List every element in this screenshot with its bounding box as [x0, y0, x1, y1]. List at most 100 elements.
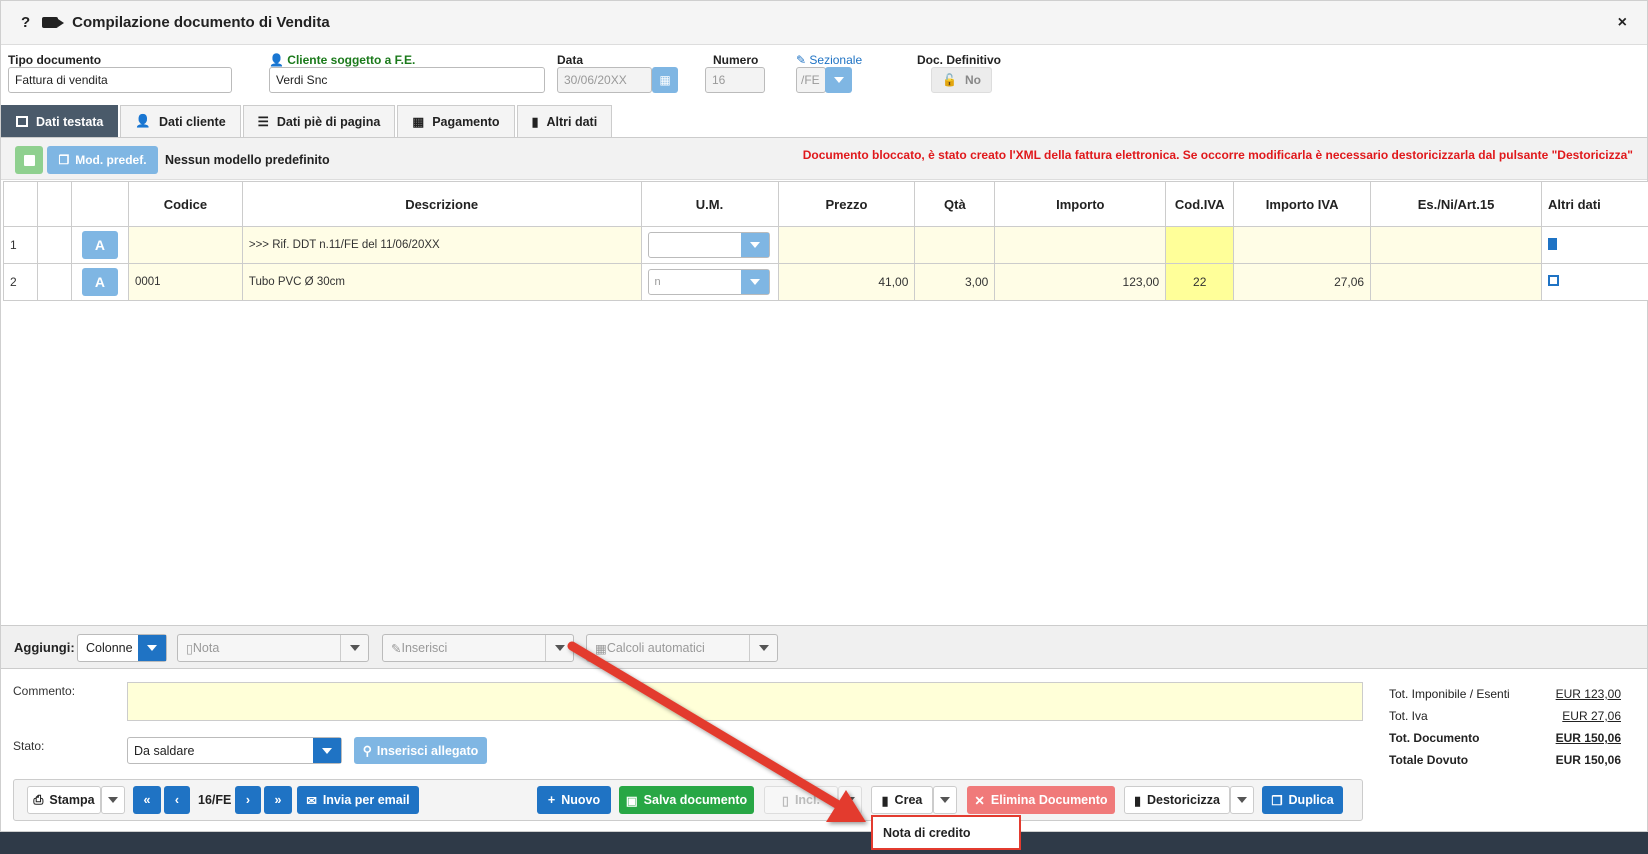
cell-importo-iva[interactable] [1233, 226, 1372, 264]
um-select[interactable] [647, 232, 770, 258]
destoricizza-dropdown[interactable] [1230, 786, 1254, 814]
doc-definitivo-toggle[interactable]: 🔓 No [931, 67, 992, 93]
save-model-button[interactable] [15, 146, 43, 174]
row-check[interactable] [36, 263, 72, 301]
close-icon: ✕ [974, 793, 985, 808]
cell-prezzo[interactable]: 41,00 [777, 263, 916, 301]
crea-dropdown[interactable] [933, 786, 957, 814]
col-header-importo-iva[interactable]: Importo IVA [1233, 181, 1372, 227]
cell-qta[interactable]: 3,00 [914, 263, 996, 301]
col-header-descrizione[interactable]: Descrizione [241, 181, 642, 227]
calcoli-select[interactable]: ▦ Calcoli automatici [586, 634, 778, 662]
row-a-button[interactable]: A [81, 268, 118, 296]
first-page-button[interactable]: « [133, 786, 161, 814]
numero-field[interactable]: 16 [705, 67, 765, 93]
tab-altri-dati[interactable]: ▮ Altri dati [516, 105, 613, 137]
cell-prezzo[interactable] [777, 226, 916, 264]
col-header-importo[interactable]: Importo [994, 181, 1167, 227]
sezionale-label[interactable]: ✎ Sezionale [796, 53, 862, 67]
tab-pagamento[interactable]: ▦ Pagamento [397, 105, 515, 137]
col-header-index [3, 181, 38, 227]
cell-um: n [640, 263, 779, 301]
tab-dati-pie-di-pagina[interactable]: ☰ Dati piè di pagina [242, 105, 396, 137]
destoricizza-button[interactable]: ▮ Destoricizza [1124, 786, 1230, 814]
cell-codice[interactable]: 0001 [127, 263, 243, 301]
file-icon: ▮ [531, 115, 539, 129]
um-select[interactable]: n [647, 269, 770, 295]
inserisci-select[interactable]: ✎ Inserisci [382, 634, 574, 662]
tab-label: Altri dati [546, 114, 598, 129]
numero-label: Numero [713, 53, 759, 67]
aggiungi-label: Aggiungi: [14, 640, 75, 655]
close-icon[interactable]: × [1618, 14, 1627, 32]
calendar-icon: ▦ [412, 115, 425, 129]
cell-es-ni[interactable] [1370, 263, 1542, 301]
chevron-down-icon [740, 233, 769, 257]
last-page-button[interactable]: » [264, 786, 292, 814]
crea-button[interactable]: ▮ Crea [871, 786, 933, 814]
document-icon[interactable] [1547, 237, 1557, 250]
tab-dati-testata[interactable]: Dati testata [1, 105, 119, 137]
row-index: 1 [3, 226, 38, 264]
stato-select[interactable]: Da saldare [127, 737, 342, 764]
row-check[interactable] [36, 226, 72, 264]
tipo-documento-field[interactable]: Fattura di vendita [8, 67, 232, 93]
action-bar: ⎙ Stampa « ‹ 16/FE › » ✉ Invia per email +… [13, 779, 1363, 821]
doc-definitivo-label: Doc. Definitivo [917, 53, 1002, 67]
sezionale-label-text: Sezionale [809, 53, 863, 67]
video-icon[interactable] [42, 17, 65, 28]
sezionale-field[interactable]: /FE [796, 67, 826, 93]
edit-icon[interactable] [1547, 275, 1559, 286]
sezionale-dropdown[interactable] [825, 67, 852, 93]
cell-descrizione[interactable]: >>> Rif. DDT n.11/FE del 11/06/20XX [241, 226, 642, 264]
calendar-icon[interactable]: ▦ [652, 67, 678, 93]
row-action-cell: A [70, 263, 129, 301]
nuovo-button[interactable]: + Nuovo [537, 786, 611, 814]
cell-cod-iva[interactable] [1165, 226, 1235, 264]
commento-field[interactable] [127, 682, 1363, 721]
next-page-button[interactable]: › [235, 786, 261, 814]
cell-cod-iva[interactable]: 22 [1165, 263, 1235, 301]
includi-dropdown[interactable] [838, 786, 862, 814]
total-value[interactable]: EUR 123,00 [1556, 687, 1621, 701]
mod-predef-button[interactable]: ❐ Mod. predef. [47, 146, 158, 174]
includi-button[interactable]: ▯ Incl. [764, 786, 838, 814]
invia-email-button[interactable]: ✉ Invia per email [297, 786, 419, 814]
colonne-select[interactable]: Colonne [77, 634, 167, 662]
col-header-um[interactable]: U.M. [640, 181, 779, 227]
help-icon[interactable]: ? [21, 14, 30, 31]
cliente-field[interactable]: Verdi Snc [269, 67, 545, 93]
commento-label: Commento: [13, 684, 76, 698]
file-icon: ▮ [881, 793, 889, 808]
total-value[interactable]: EUR 27,06 [1562, 709, 1621, 723]
cell-descrizione[interactable]: Tubo PVC Ø 30cm [241, 263, 642, 301]
cell-qta[interactable] [914, 226, 996, 264]
row-a-button[interactable]: A [81, 231, 118, 259]
col-header-qta[interactable]: Qtà [914, 181, 996, 227]
stampa-dropdown[interactable] [101, 786, 125, 814]
salva-documento-button[interactable]: ▣ Salva documento [619, 786, 754, 814]
col-header-cod-iva[interactable]: Cod.IVA [1165, 181, 1235, 227]
tab-dati-cliente[interactable]: 👤 Dati cliente [120, 105, 241, 137]
duplica-button[interactable]: ❐ Duplica [1262, 786, 1343, 814]
data-field[interactable]: 30/06/20XX [557, 67, 652, 93]
col-header-prezzo[interactable]: Prezzo [777, 181, 916, 227]
elimina-documento-button[interactable]: ✕ Elimina Documento [967, 786, 1115, 814]
colonne-value: Colonne [86, 641, 133, 655]
col-header-altri-dati[interactable]: Altri dati [1540, 181, 1648, 227]
col-header-codice[interactable]: Codice [127, 181, 243, 227]
col-header-es-ni[interactable]: Es./Ni/Art.15 [1370, 181, 1542, 227]
cell-codice[interactable] [127, 226, 243, 264]
nota-select[interactable]: ▯ Nota [177, 634, 369, 662]
total-value: EUR 150,06 [1555, 753, 1621, 767]
crea-menu-nota-di-credito[interactable]: Nota di credito [871, 815, 1021, 850]
tipo-documento-label: Tipo documento [8, 53, 102, 67]
stampa-button[interactable]: ⎙ Stampa [27, 786, 101, 814]
total-value[interactable]: EUR 150,06 [1556, 731, 1621, 745]
inserisci-allegato-button[interactable]: ⚲ Inserisci allegato [354, 737, 487, 764]
prev-page-button[interactable]: ‹ [164, 786, 190, 814]
cell-importo[interactable] [994, 226, 1167, 264]
cell-importo[interactable]: 123,00 [994, 263, 1167, 301]
cell-es-ni[interactable] [1370, 226, 1542, 264]
cell-importo-iva[interactable]: 27,06 [1233, 263, 1372, 301]
